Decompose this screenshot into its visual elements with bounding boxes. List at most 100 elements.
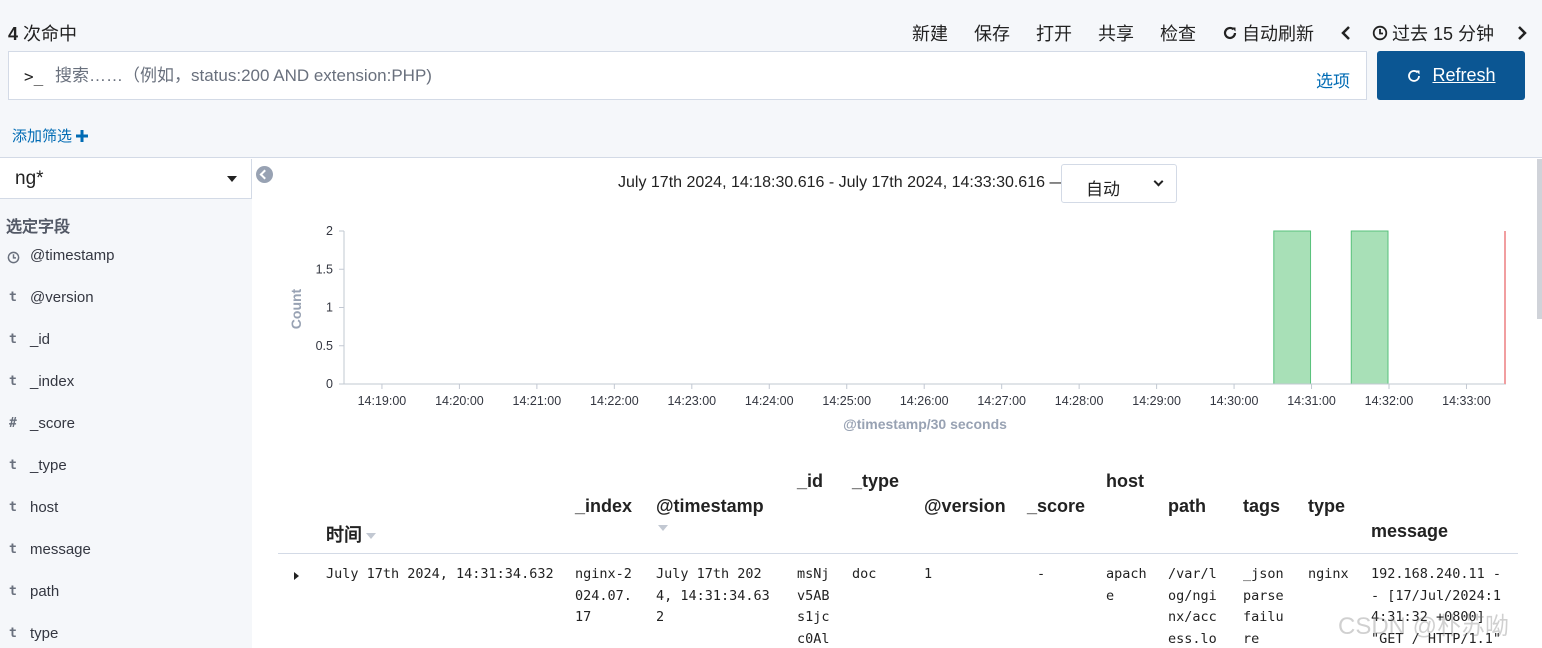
x-tick-label: 14:25:00	[822, 394, 871, 408]
top-menu: 新建 保存 打开 共享 检查 自动刷新 过去 15 分钟	[912, 20, 1528, 46]
top-bar: 4 次命中 新建 保存 打开 共享 检查 自动刷新 过去 15 分钟 >_ 选项…	[0, 0, 1542, 110]
field-name: _type	[30, 457, 67, 474]
column-header-type[interactable]: type	[1308, 496, 1345, 517]
hits-label: 次命中	[23, 24, 78, 44]
cell-type-meta: doc	[852, 566, 877, 582]
time-picker-button[interactable]: 过去 15 分钟	[1372, 20, 1494, 46]
query-bar: >_ 选项	[8, 51, 1367, 100]
add-filter-label: 添加筛选	[12, 128, 73, 145]
field-name: _id	[30, 331, 51, 348]
field-item[interactable]: t _id	[0, 324, 252, 360]
x-tick-label: 14:28:00	[1055, 394, 1104, 408]
x-tick-label: 14:27:00	[977, 394, 1026, 408]
column-header-label: 时间	[326, 525, 362, 545]
x-tick-label: 14:29:00	[1132, 394, 1181, 408]
scrollbar[interactable]	[1537, 159, 1542, 319]
add-filter-button[interactable]: 添加筛选	[12, 125, 89, 146]
open-button[interactable]: 打开	[1036, 20, 1072, 46]
auto-refresh-label: 自动刷新	[1241, 24, 1314, 44]
refresh-button[interactable]: Refresh	[1377, 51, 1525, 100]
field-sidebar: ng* 选定字段 @timestamp t @version t _id t _…	[0, 159, 252, 648]
y-tick-label: 1	[326, 301, 333, 315]
cell-score: -	[1037, 566, 1046, 582]
share-button[interactable]: 共享	[1098, 20, 1134, 46]
chevron-right-icon	[1518, 26, 1527, 40]
cell-timestamp: July 17th 202 4, 14:31:34.63 2	[656, 566, 770, 625]
chevron-down-icon	[1153, 176, 1164, 187]
column-header-tags[interactable]: tags	[1243, 496, 1280, 517]
histogram-chart: Count @timestamp/30 seconds 0 0.5 1 1.5 2 14…	[288, 224, 1506, 432]
cell-type: nginx	[1308, 566, 1349, 582]
collapse-sidebar-button[interactable]	[256, 166, 273, 183]
field-item[interactable]: t @version	[0, 282, 252, 318]
clock-icon	[1372, 25, 1388, 41]
field-type-icon: #	[9, 416, 17, 431]
field-item[interactable]: t host	[0, 492, 252, 528]
time-back-button[interactable]	[1340, 25, 1352, 41]
save-button[interactable]: 保存	[974, 20, 1010, 46]
y-axis-label: Count	[288, 288, 304, 329]
time-forward-button[interactable]	[1516, 25, 1528, 41]
field-type-icon: t	[9, 332, 17, 347]
options-link[interactable]: 选项	[1316, 67, 1350, 92]
chevron-left-icon	[1341, 26, 1350, 40]
field-type-icon: t	[9, 542, 17, 557]
y-tick-label: 2	[326, 224, 333, 238]
column-header-version[interactable]: @version	[924, 496, 1006, 517]
inspect-button[interactable]: 检查	[1160, 20, 1196, 46]
time-picker-label: 过去 15 分钟	[1391, 24, 1494, 44]
column-header-path[interactable]: path	[1168, 496, 1206, 517]
field-item[interactable]: t _index	[0, 366, 252, 402]
expand-row-icon[interactable]	[294, 572, 299, 580]
index-pattern-value: ng*	[15, 168, 44, 189]
new-button[interactable]: 新建	[912, 20, 948, 46]
interval-select[interactable]: 自动	[1061, 164, 1177, 203]
field-type-icon: t	[9, 374, 17, 389]
auto-refresh-button[interactable]: 自动刷新	[1222, 20, 1314, 46]
plus-icon	[76, 130, 89, 142]
column-header-timestamp[interactable]: @timestamp	[656, 496, 764, 538]
field-item[interactable]: t path	[0, 576, 252, 612]
hits-counter: 4 次命中	[8, 20, 77, 46]
histogram-bar[interactable]	[1350, 230, 1389, 385]
column-header-score[interactable]: _score	[1027, 496, 1085, 517]
column-header-host[interactable]: host	[1106, 471, 1144, 492]
x-tick-label: 14:33:00	[1442, 394, 1491, 408]
cell-tags: _json parse failu re	[1243, 566, 1284, 647]
sort-down-icon[interactable]	[658, 525, 668, 532]
field-item[interactable]: t _type	[0, 450, 252, 486]
field-name: _index	[30, 373, 75, 390]
field-item[interactable]: @timestamp	[0, 240, 252, 276]
refresh-icon	[1408, 69, 1421, 82]
column-header-type-meta[interactable]: _type	[852, 471, 899, 492]
cell-time: July 17th 2024, 14:31:34.632	[326, 566, 554, 582]
clock-icon	[7, 251, 20, 264]
field-item[interactable]: # _score	[0, 408, 252, 444]
column-header-time[interactable]: 时间	[326, 521, 376, 547]
column-header-id[interactable]: _id	[797, 471, 823, 492]
field-name: @version	[30, 289, 94, 306]
x-tick-label: 14:32:00	[1365, 394, 1414, 408]
field-item[interactable]: t message	[0, 534, 252, 570]
field-type-icon: t	[9, 626, 17, 641]
x-tick-label: 14:22:00	[590, 394, 639, 408]
cell-host: apach e	[1106, 566, 1147, 604]
x-tick-label: 14:24:00	[745, 394, 794, 408]
watermark: CSDN @朴苏呦	[1338, 613, 1510, 640]
histogram-bar[interactable]	[1273, 230, 1312, 385]
x-tick-label: 14:30:00	[1210, 394, 1259, 408]
index-pattern-select[interactable]: ng*	[0, 159, 252, 199]
sort-down-icon[interactable]	[366, 533, 376, 540]
column-header-message[interactable]: message	[1371, 521, 1448, 542]
field-name: path	[30, 583, 60, 600]
search-input[interactable]	[55, 62, 1295, 90]
column-header-index[interactable]: _index	[575, 496, 632, 517]
cell-index: nginx-2 024.07. 17	[575, 566, 632, 625]
field-item[interactable]: t type	[0, 618, 252, 648]
cell-path: /var/l og/ngi nx/acc ess.lo	[1168, 566, 1217, 647]
field-name: host	[30, 499, 59, 516]
y-tick-label: 0	[326, 377, 333, 391]
y-tick-label: 0.5	[316, 339, 333, 353]
x-tick-label: 14:19:00	[358, 394, 407, 408]
column-header-label: @timestamp	[656, 496, 764, 516]
